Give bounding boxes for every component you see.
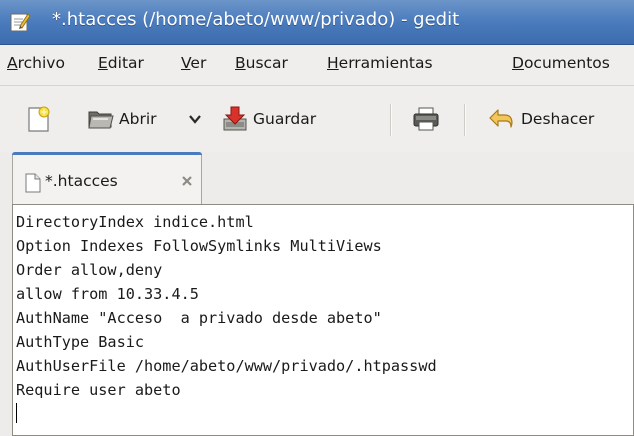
tab-label: *.htacces bbox=[45, 172, 118, 190]
document-icon bbox=[25, 173, 41, 193]
editor-line: Option Indexes FollowSymlinks MultiViews bbox=[16, 237, 382, 255]
text-cursor bbox=[16, 403, 17, 423]
print-button[interactable] bbox=[412, 106, 440, 132]
toolbar: Abrir Guardar Deshacer bbox=[0, 86, 634, 152]
editor-line: DirectoryIndex indice.html bbox=[16, 213, 254, 231]
undo-button-label: Deshacer bbox=[521, 110, 595, 128]
gedit-app-icon[interactable] bbox=[9, 11, 31, 33]
close-tab-icon[interactable] bbox=[181, 175, 193, 187]
menu-ver-label: er bbox=[190, 54, 207, 72]
menu-documentos-label: ocumentos bbox=[523, 54, 610, 72]
text-editor[interactable]: DirectoryIndex indice.html Option Indexe… bbox=[12, 204, 634, 436]
menu-herramientas-label: erramientas bbox=[338, 54, 433, 72]
editor-line: Require user abeto bbox=[16, 381, 181, 399]
document-tab[interactable]: *.htacces bbox=[12, 152, 202, 204]
menu-buscar-mnemonic: B bbox=[235, 54, 246, 72]
document-notebook: *.htacces DirectoryIndex indice.html Opt… bbox=[12, 152, 634, 436]
menu-archivo-mnemonic: A bbox=[7, 54, 18, 72]
menu-archivo[interactable]: Archivo bbox=[7, 54, 65, 72]
menu-herramientas[interactable]: Herramientas bbox=[327, 54, 433, 72]
menu-buscar-label: uscar bbox=[245, 54, 288, 72]
chevron-down-icon bbox=[189, 115, 201, 124]
save-button[interactable]: Guardar bbox=[221, 106, 316, 132]
editor-line: allow from 10.33.4.5 bbox=[16, 285, 199, 303]
menu-documentos-mnemonic: D bbox=[512, 54, 524, 72]
menu-documentos[interactable]: Documentos bbox=[512, 54, 610, 72]
toolbar-separator bbox=[464, 104, 466, 136]
new-document-icon bbox=[28, 106, 50, 132]
editor-line: AuthName "Acceso a privado desde abeto" bbox=[16, 309, 382, 327]
menu-bar: Archivo Editar Ver Buscar Herramientas D… bbox=[0, 45, 634, 86]
title-bar[interactable]: *.htacces (/home/abeto/www/privado) - ge… bbox=[0, 0, 634, 45]
editor-line: AuthUserFile /home/abeto/www/privado/.ht… bbox=[16, 357, 437, 375]
menu-herramientas-mnemonic: H bbox=[327, 54, 339, 72]
open-button[interactable]: Abrir bbox=[87, 106, 157, 132]
open-button-label: Abrir bbox=[119, 110, 157, 128]
open-recent-dropdown[interactable] bbox=[188, 106, 202, 132]
undo-arrow-icon bbox=[489, 109, 513, 128]
printer-icon bbox=[413, 107, 439, 131]
undo-button[interactable]: Deshacer bbox=[487, 106, 594, 132]
menu-archivo-label: rchivo bbox=[17, 54, 65, 72]
menu-ver-mnemonic: V bbox=[181, 54, 191, 72]
menu-editar[interactable]: Editar bbox=[98, 54, 144, 72]
folder-icon bbox=[88, 111, 114, 129]
editor-line: AuthType Basic bbox=[16, 333, 145, 351]
menu-editar-mnemonic: E bbox=[98, 54, 108, 72]
editor-line: Order allow,deny bbox=[16, 261, 163, 279]
new-button[interactable] bbox=[27, 106, 51, 132]
toolbar-separator bbox=[390, 104, 392, 136]
window-title: *.htacces (/home/abeto/www/privado) - ge… bbox=[52, 9, 460, 30]
save-download-icon bbox=[223, 106, 247, 131]
menu-buscar[interactable]: Buscar bbox=[235, 54, 288, 72]
menu-editar-label: ditar bbox=[107, 54, 144, 72]
save-button-label: Guardar bbox=[253, 110, 317, 128]
menu-ver[interactable]: Ver bbox=[181, 54, 206, 72]
